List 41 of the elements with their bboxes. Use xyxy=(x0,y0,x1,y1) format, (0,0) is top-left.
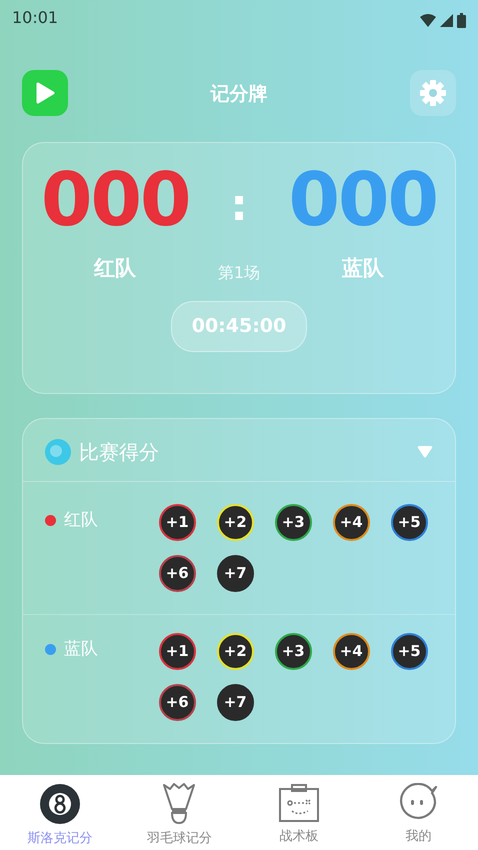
page-title: 记分牌 xyxy=(210,82,268,107)
status-time: 10:01 xyxy=(12,7,58,29)
play-icon xyxy=(35,82,55,104)
score-button[interactable]: +1 xyxy=(158,633,196,670)
score-button[interactable]: +3 xyxy=(274,633,312,670)
score: 000 xyxy=(41,163,190,237)
team-name: 红队 xyxy=(64,509,98,532)
score-button[interactable]: +3 xyxy=(274,504,312,541)
settings-icon xyxy=(420,80,446,106)
caret-icon[interactable] xyxy=(417,446,433,458)
battery-icon xyxy=(457,12,466,28)
score-button[interactable]: +7 xyxy=(216,555,254,592)
team-name: 蓝队 xyxy=(64,638,98,661)
shuttlecock-icon xyxy=(162,783,196,825)
score-button[interactable]: +5 xyxy=(390,633,428,670)
score-button[interactable]: +1 xyxy=(158,504,196,541)
score-button[interactable]: +2 xyxy=(216,633,254,670)
score-button[interactable]: +5 xyxy=(390,504,428,541)
score: 000 xyxy=(288,163,437,237)
score-button[interactable]: +7 xyxy=(216,684,254,721)
timer: 00:45:00 xyxy=(170,301,308,352)
tab[interactable]: 战术板 xyxy=(239,775,358,850)
wifi-icon xyxy=(420,14,436,26)
signal-icon xyxy=(440,14,453,26)
settings-button[interactable] xyxy=(410,70,456,116)
score-button[interactable]: +2 xyxy=(216,504,254,541)
round-label: 第1场 xyxy=(218,262,260,284)
section-title: 比赛得分 xyxy=(79,439,159,466)
score-button[interactable]: +4 xyxy=(332,633,370,670)
score-button[interactable]: +4 xyxy=(332,504,370,541)
tab[interactable]: 羽毛球记分 xyxy=(120,775,239,850)
score-button[interactable]: +6 xyxy=(158,555,196,592)
tactics-board-icon xyxy=(278,783,320,823)
score-separator: : xyxy=(230,179,248,233)
app-button[interactable] xyxy=(22,70,68,116)
ball-icon xyxy=(38,783,81,825)
ball-icon xyxy=(45,439,71,465)
tab[interactable]: 我的 xyxy=(358,775,478,850)
score-button[interactable]: +6 xyxy=(158,684,196,721)
team-name: 红队 xyxy=(94,255,136,282)
team-name: 蓝队 xyxy=(342,255,384,282)
